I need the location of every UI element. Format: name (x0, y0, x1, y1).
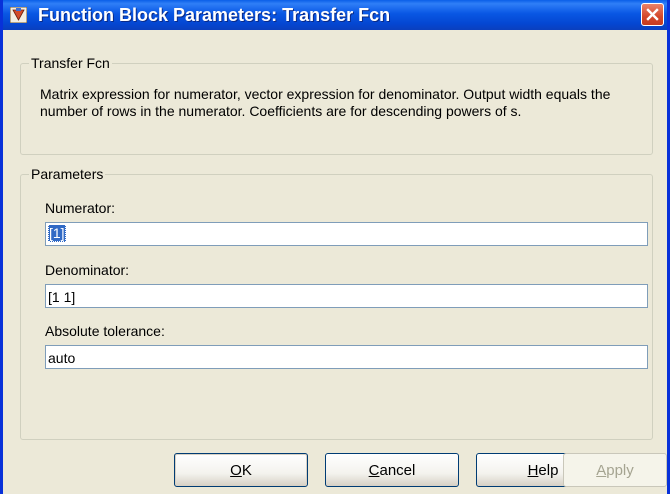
absolute-tolerance-input[interactable] (45, 345, 648, 369)
denominator-label: Denominator: (45, 262, 130, 278)
numerator-label: Numerator: (45, 200, 116, 216)
numerator-input[interactable] (45, 222, 648, 246)
cancel-button[interactable]: Cancel (325, 453, 459, 487)
ok-button[interactable]: OK (174, 453, 308, 487)
apply-button[interactable]: Apply (563, 453, 667, 487)
close-button[interactable] (641, 3, 664, 26)
window-title: Function Block Parameters: Transfer Fcn (38, 5, 391, 25)
title-bar[interactable]: Function Block Parameters: Transfer Fcn (3, 0, 667, 30)
denominator-input[interactable] (45, 284, 648, 308)
absolute-tolerance-label: Absolute tolerance: (45, 323, 165, 339)
simulink-block-icon (9, 6, 28, 24)
numerator-field-wrap: [1] (45, 222, 648, 246)
dialog-window: Function Block Parameters: Transfer Fcn … (0, 0, 670, 494)
close-icon (646, 8, 659, 21)
block-type-legend: Transfer Fcn (31, 55, 110, 71)
parameters-legend: Parameters (31, 166, 104, 182)
block-description-text: Matrix expression for numerator, vector … (40, 86, 611, 119)
